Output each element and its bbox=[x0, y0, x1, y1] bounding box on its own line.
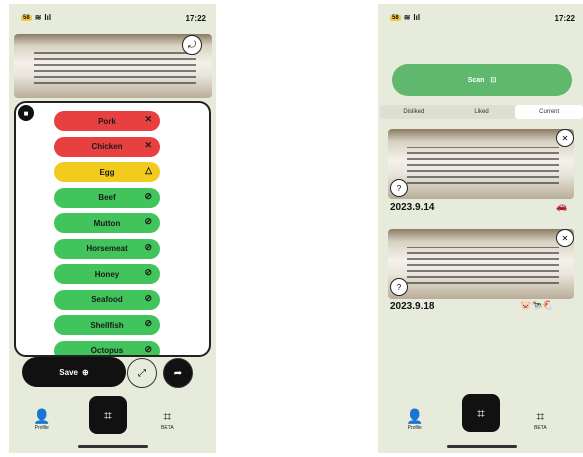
profile-icon: 👤 bbox=[33, 408, 51, 424]
tab-liked[interactable]: Liked bbox=[448, 105, 516, 119]
status-mark-icon: ⊘ bbox=[144, 292, 152, 303]
save-button[interactable]: Save ⊕ bbox=[22, 357, 126, 387]
record-date: 2023.9.14 bbox=[390, 202, 435, 213]
nav-beta-label: BETA bbox=[534, 425, 547, 431]
ingredient-pill[interactable]: Beef ⊘ bbox=[54, 187, 160, 208]
ingredient-pill[interactable]: Pork ✕ bbox=[54, 111, 160, 131]
ingredient-label: Beef bbox=[98, 193, 116, 202]
nav-profile[interactable]: 👤 Profile bbox=[406, 408, 423, 431]
ingredient-panel: ■ Pork ✕ Chicken ✕ Egg △ Beef ⊘ Mutton ⊘ Horsemeat… bbox=[14, 101, 211, 357]
ingredient-label: Egg bbox=[99, 167, 115, 177]
camera-icon: ⊡ bbox=[490, 77, 497, 84]
wifi-icon: ≋ bbox=[34, 13, 42, 22]
crop-icon[interactable]: ⤢ bbox=[127, 358, 157, 388]
label-text-image bbox=[33, 50, 197, 84]
right-screen: 58 ≋ lıl 17:22 Scan ⊡ Disliked Liked Cur… bbox=[378, 4, 583, 453]
share-icon[interactable]: ➦ bbox=[163, 358, 193, 388]
clock: 17:22 bbox=[185, 14, 206, 23]
ingredient-label: Pork bbox=[98, 116, 116, 126]
status-mark-icon: ⊘ bbox=[144, 190, 152, 201]
scan-tab-icon[interactable]: ⌗ bbox=[89, 396, 127, 434]
record-photo[interactable] bbox=[388, 129, 574, 199]
status-mark-icon: ⊘ bbox=[144, 318, 152, 328]
status-bar: 58 ≋ lıl 17:22 bbox=[9, 12, 216, 26]
ingredient-label: Mutton bbox=[93, 218, 121, 228]
record-allergen-icons: 🚗 bbox=[556, 201, 568, 211]
status-mark-icon: △ bbox=[145, 165, 152, 175]
ingredient-pill[interactable]: Horsemeat ⊘ bbox=[54, 238, 160, 259]
clock: 17:22 bbox=[554, 14, 575, 23]
status-mark-icon: ✕ bbox=[144, 114, 152, 124]
signal-bars: lıl bbox=[44, 13, 52, 22]
label-text-image bbox=[406, 246, 560, 284]
record-date: 2023.9.18 bbox=[390, 301, 435, 312]
ingredient-pill[interactable]: Octopus ⊘ bbox=[54, 340, 160, 355]
nav-beta-label: BETA bbox=[161, 425, 174, 431]
help-icon[interactable]: ? bbox=[390, 179, 408, 197]
label-text-image bbox=[406, 146, 560, 184]
signal-indicator: 58 ≋ lıl bbox=[390, 13, 420, 22]
ingredient-pill[interactable]: Honey ⊘ bbox=[54, 264, 160, 284]
nav-profile-label: Profile bbox=[407, 425, 422, 431]
battery-badge: 58 bbox=[390, 14, 401, 21]
battery-badge: 58 bbox=[21, 14, 32, 21]
nav-beta[interactable]: ⌗ BETA bbox=[161, 408, 174, 431]
signal-indicator: 58 ≋ lıl bbox=[21, 13, 51, 22]
signal-bars: lıl bbox=[413, 13, 421, 22]
ingredient-label: Shellfish bbox=[90, 320, 124, 330]
home-indicator bbox=[447, 445, 517, 448]
status-bar: 58 ≋ lıl 17:22 bbox=[378, 12, 583, 26]
status-mark-icon: ⊘ bbox=[144, 241, 152, 252]
help-icon[interactable]: ? bbox=[390, 278, 408, 296]
nav-profile[interactable]: 👤 Profile bbox=[33, 408, 50, 431]
status-mark-icon: ⊘ bbox=[144, 267, 152, 277]
ingredient-label: Horsemeat bbox=[86, 244, 128, 253]
ingredient-pill[interactable]: Shellfish ⊘ bbox=[54, 315, 160, 335]
tab-disliked[interactable]: Disliked bbox=[380, 105, 448, 119]
nav-profile-label: Profile bbox=[34, 425, 49, 431]
ingredient-pill[interactable]: Chicken ✕ bbox=[54, 136, 160, 157]
beta-scan-icon: ⌗ bbox=[536, 408, 545, 424]
ingredient-label: Honey bbox=[94, 269, 120, 279]
ingredient-pill[interactable]: Egg △ bbox=[54, 162, 160, 182]
save-label: Save bbox=[59, 367, 78, 377]
close-icon[interactable]: ✕ bbox=[556, 229, 574, 247]
beta-scan-icon: ⌗ bbox=[163, 408, 172, 424]
record-tabs: Disliked Liked Current bbox=[380, 105, 583, 119]
tab-current[interactable]: Current bbox=[515, 105, 583, 119]
record-allergen-icons: 🐷🐄🐔 bbox=[520, 300, 554, 310]
left-screen: 58 ≋ lıl 17:22 ⤾ ■ Pork ✕ Chicken ✕ Egg △ Beef… bbox=[9, 4, 216, 453]
scan-button[interactable]: Scan ⊡ bbox=[392, 64, 572, 96]
nav-beta[interactable]: ⌗ BETA bbox=[534, 408, 547, 431]
save-icon: ⊕ bbox=[81, 367, 89, 377]
home-indicator bbox=[78, 445, 148, 448]
close-icon[interactable]: ✕ bbox=[556, 129, 574, 147]
status-mark-icon: ⊘ bbox=[144, 216, 152, 226]
scan-tab-icon[interactable]: ⌗ bbox=[462, 394, 500, 432]
record-photo[interactable] bbox=[388, 229, 574, 299]
panel-close-icon[interactable]: ■ bbox=[18, 105, 34, 121]
ingredient-label: Seafood bbox=[91, 295, 123, 304]
wifi-icon: ≋ bbox=[403, 13, 411, 22]
status-mark-icon: ✕ bbox=[144, 139, 152, 150]
ingredient-label: Octopus bbox=[90, 346, 124, 355]
rotate-icon[interactable]: ⤾ bbox=[182, 35, 202, 55]
scan-label: Scan bbox=[467, 76, 485, 84]
profile-icon: 👤 bbox=[406, 408, 424, 424]
ingredient-pill[interactable]: Seafood ⊘ bbox=[54, 289, 160, 310]
ingredient-label: Chicken bbox=[91, 142, 123, 151]
status-mark-icon: ⊘ bbox=[144, 343, 152, 354]
ingredient-pill[interactable]: Mutton ⊘ bbox=[54, 213, 160, 233]
